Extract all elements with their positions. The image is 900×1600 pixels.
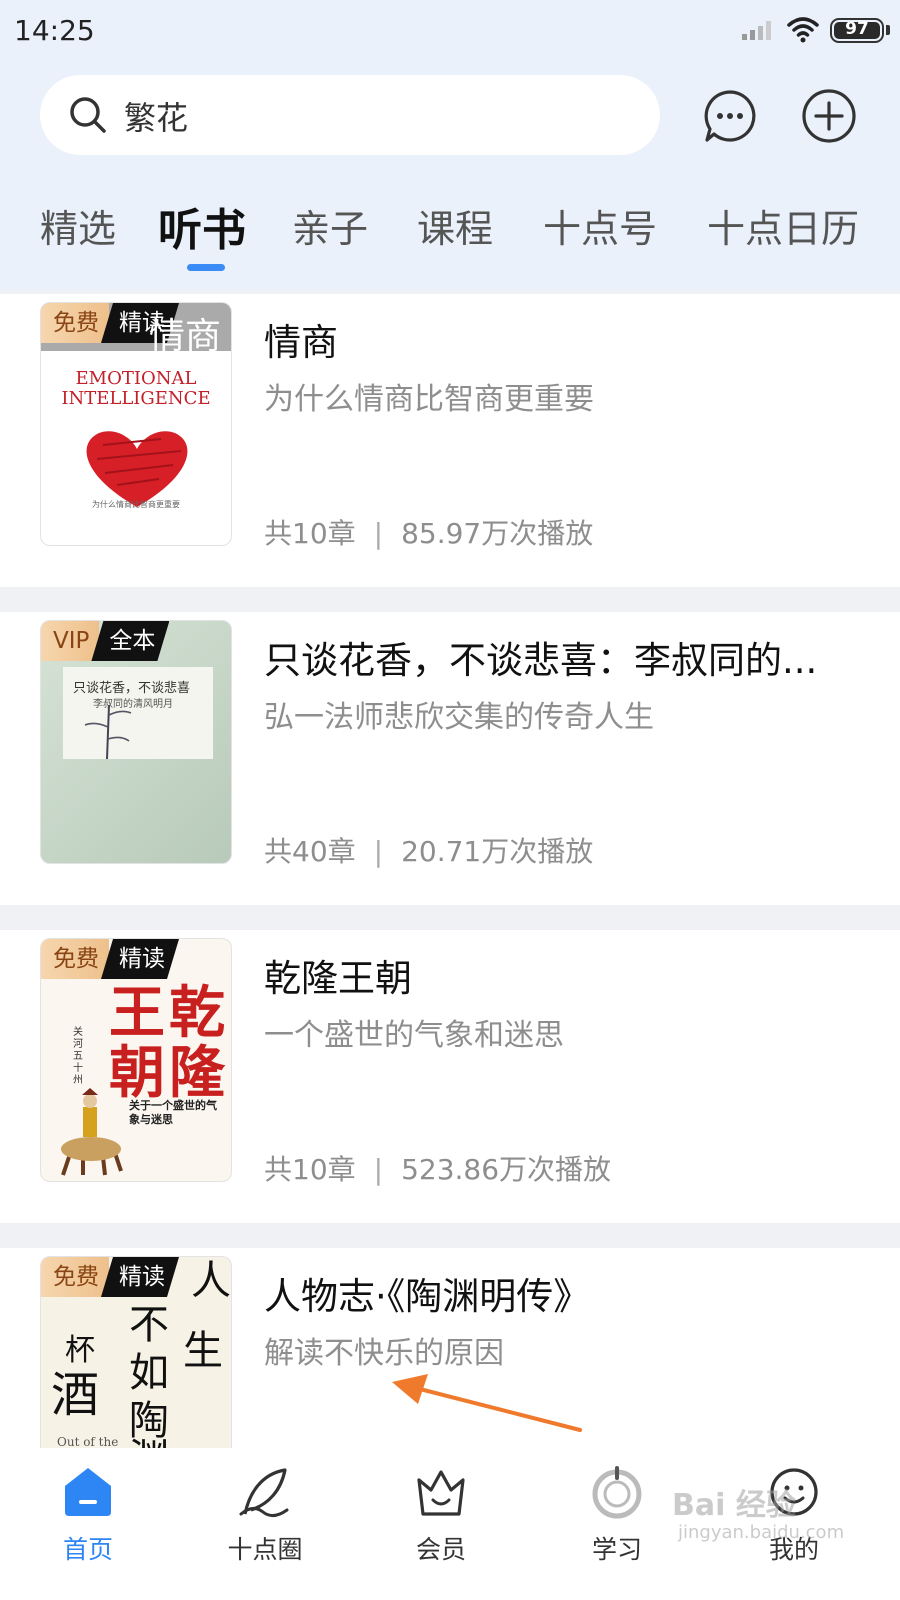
nav-circle[interactable]: 十点圈 xyxy=(205,1464,325,1566)
book-title[interactable]: 人物志·《陶渊明传》 xyxy=(264,1266,864,1320)
cover-char: 不 xyxy=(129,1302,169,1348)
book-meta: 共10章 | 85.97万次播放 xyxy=(264,517,594,550)
type-badge: 精读 xyxy=(101,1257,179,1297)
battery-indicator: 97 xyxy=(830,18,884,43)
book-card[interactable]: 免费 精读 情商 EMOTIONAL INTELLIGENCE 为什么情商比智商… xyxy=(0,294,900,587)
search-query: 繁花 xyxy=(124,99,189,137)
free-badge: 免费 xyxy=(41,939,109,979)
search-input[interactable]: 繁花 xyxy=(40,75,660,155)
status-time: 14:25 xyxy=(14,14,95,47)
book-title[interactable]: 乾隆王朝 xyxy=(264,948,864,1002)
category-tabs: 精选 听书 亲子 课程 十点号 十点日历 xyxy=(0,198,900,258)
play-count: 85.97万次播放 xyxy=(401,517,594,550)
free-badge: 免费 xyxy=(41,1257,109,1297)
active-tab-indicator xyxy=(187,264,225,271)
type-badge: 全本 xyxy=(91,621,169,661)
cover-char: 生 xyxy=(183,1328,223,1374)
battery-level: 97 xyxy=(845,19,869,39)
cover-english-text: Out of the xyxy=(57,1435,119,1449)
book-title[interactable]: 情商 xyxy=(264,312,864,366)
book-subtitle: 解读不快乐的原因 xyxy=(264,1336,504,1371)
book-meta: 共40章 | 20.71万次播放 xyxy=(264,835,594,868)
tab-featured[interactable]: 精选 xyxy=(40,198,116,253)
book-title[interactable]: 只谈花香，不谈悲喜：李叔同的... xyxy=(264,630,864,684)
cover-title: 只谈花香，不谈悲喜 xyxy=(73,681,191,696)
emperor-illustration xyxy=(61,1088,123,1176)
crown-icon xyxy=(417,1470,465,1516)
cover-author: 关河五十州 xyxy=(73,1027,83,1086)
nav-study[interactable]: 学习 xyxy=(557,1464,677,1566)
signal-icon xyxy=(742,21,771,40)
nav-member[interactable]: 会员 xyxy=(381,1464,501,1566)
feather-icon xyxy=(239,1468,289,1517)
cover-char: 人 xyxy=(191,1258,231,1304)
book-cover[interactable]: 免费 精读 情商 EMOTIONAL INTELLIGENCE 为什么情商比智商… xyxy=(40,302,232,546)
tab-audiobooks[interactable]: 听书 xyxy=(158,194,246,258)
watermark-logo: Bai 经验 jingyan.baidu.com xyxy=(672,1488,845,1543)
nav-home[interactable]: 首页 xyxy=(28,1464,148,1566)
book-card[interactable]: 免费 精读 乾 隆 王 朝 关河五十州 关于一个盛世的气象与迷思 乾隆王朝 一个… xyxy=(0,930,900,1223)
wifi-icon xyxy=(787,17,819,43)
cover-subtitle: 为什么情商比智商更重要 xyxy=(92,500,180,509)
cover-char: 酒 xyxy=(51,1367,100,1423)
home-icon xyxy=(65,1468,111,1516)
badge-group: 免费 精读 xyxy=(41,939,179,979)
status-bar: 14:25 97 xyxy=(0,0,900,62)
book-subtitle: 弘一法师悲欣交集的传奇人生 xyxy=(264,700,654,735)
book-cover[interactable]: 免费 精读 人 生 不 如 陶 渊 杯 酒 Out of the xyxy=(40,1256,232,1456)
play-count: 523.86万次播放 xyxy=(401,1153,612,1186)
tab-parenting[interactable]: 亲子 xyxy=(292,198,368,253)
nav-member-label: 会员 xyxy=(415,1535,466,1564)
cover-char: 乾 xyxy=(169,980,225,1046)
nav-circle-label: 十点圈 xyxy=(227,1535,303,1564)
badge-group: VIP 全本 xyxy=(41,621,169,661)
book-subtitle: 一个盛世的气象和迷思 xyxy=(264,1018,564,1053)
chapter-count: 共10章 xyxy=(264,517,356,550)
add-icon[interactable] xyxy=(801,88,857,144)
tab-courses[interactable]: 课程 xyxy=(417,198,493,253)
play-count: 20.71万次播放 xyxy=(401,835,594,868)
annotation-arrow-icon xyxy=(392,1374,582,1432)
book-meta: 共10章 | 523.86万次播放 xyxy=(264,1153,612,1186)
badge-group: 免费 精读 xyxy=(41,1257,179,1297)
type-badge: 精读 xyxy=(101,939,179,979)
vip-badge: VIP xyxy=(41,621,100,661)
cover-header-text: 情商 xyxy=(148,316,221,357)
cover-char: 王 xyxy=(109,980,165,1046)
tab-shidian-calendar[interactable]: 十点日历 xyxy=(707,198,859,253)
book-card[interactable]: VIP 全本 只谈花香，不谈悲喜 李叔同的清风明月 只谈花香，不谈悲喜：李叔同的… xyxy=(0,612,900,905)
chapter-count: 共10章 xyxy=(264,1153,356,1186)
search-icon xyxy=(70,97,106,133)
cover-tagline: 关于一个盛世的气象与迷思 xyxy=(129,1099,217,1126)
book-subtitle: 为什么情商比智商更重要 xyxy=(264,382,594,417)
chapter-count: 共40章 xyxy=(264,835,356,868)
book-cover[interactable]: 免费 精读 乾 隆 王 朝 关河五十州 关于一个盛世的气象与迷思 xyxy=(40,938,232,1182)
cover-char: 隆 xyxy=(169,1040,225,1106)
free-badge: 免费 xyxy=(41,303,109,343)
tab-shidian-hao[interactable]: 十点号 xyxy=(543,198,657,253)
study-icon xyxy=(592,1466,642,1519)
cover-char: 如 xyxy=(129,1350,169,1396)
nav-home-label: 首页 xyxy=(62,1535,113,1564)
bamboo-illustration xyxy=(84,704,132,760)
cover-english-title: EMOTIONAL INTELLIGENCE xyxy=(61,368,211,409)
message-icon[interactable] xyxy=(702,88,758,144)
nav-study-label: 学习 xyxy=(591,1535,642,1564)
book-cover[interactable]: VIP 全本 只谈花香，不谈悲喜 李叔同的清风明月 xyxy=(40,620,232,864)
